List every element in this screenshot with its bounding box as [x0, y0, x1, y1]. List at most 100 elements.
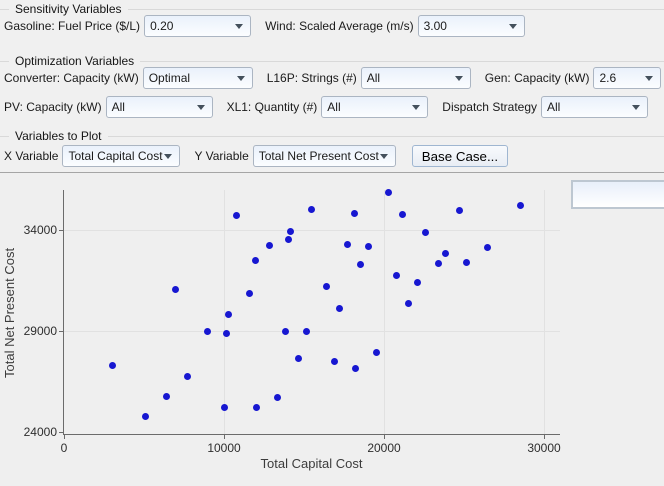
- pv-capacity-value: All: [107, 100, 197, 114]
- data-point[interactable]: [405, 300, 412, 307]
- x-variable-select[interactable]: Total Capital Cost: [62, 145, 180, 167]
- data-point[interactable]: [252, 257, 259, 264]
- chevron-down-icon: [197, 105, 205, 110]
- data-point[interactable]: [357, 261, 364, 268]
- data-point[interactable]: [344, 241, 351, 248]
- chevron-down-icon: [237, 76, 245, 81]
- x-tick: [544, 435, 545, 439]
- data-point[interactable]: [336, 305, 343, 312]
- group-title-sensitivity: Sensitivity Variables: [15, 2, 122, 16]
- plot-controls-row: X Variable Total Capital Cost Y Variable…: [4, 145, 661, 167]
- xl1-quantity-select[interactable]: All: [321, 96, 428, 118]
- data-point[interactable]: [414, 279, 421, 286]
- groupbox-line: [0, 9, 9, 10]
- x-tick: [384, 435, 385, 439]
- data-point[interactable]: [351, 210, 358, 217]
- legend-box: [571, 180, 664, 209]
- data-point[interactable]: [385, 189, 392, 196]
- data-point[interactable]: [352, 365, 359, 372]
- l16p-strings-value: All: [362, 71, 455, 85]
- vertical-gridline: [544, 190, 545, 434]
- data-point[interactable]: [517, 202, 524, 209]
- chevron-down-icon: [380, 154, 388, 159]
- data-point[interactable]: [365, 243, 372, 250]
- data-point[interactable]: [373, 349, 380, 356]
- gasoline-fuel-price-select[interactable]: 0.20: [144, 15, 251, 37]
- data-point[interactable]: [225, 311, 232, 318]
- plot-area[interactable]: 0100002000030000240002900034000: [63, 190, 560, 435]
- y-tick: [59, 230, 63, 231]
- chevron-down-icon: [632, 105, 640, 110]
- gen-capacity-label: Gen: Capacity (kW): [485, 71, 590, 85]
- data-point[interactable]: [435, 260, 442, 267]
- l16p-strings-select[interactable]: All: [361, 67, 471, 89]
- wind-scaled-average-value: 3.00: [419, 19, 509, 33]
- y-tick: [59, 432, 63, 433]
- x-tick: [224, 435, 225, 439]
- data-point[interactable]: [233, 212, 240, 219]
- vertical-gridline: [384, 190, 385, 434]
- groupbox-line: [0, 136, 9, 137]
- data-point[interactable]: [246, 290, 253, 297]
- data-point[interactable]: [399, 211, 406, 218]
- sensitivity-row: Gasoline: Fuel Price ($/L) 0.20 Wind: Sc…: [4, 15, 661, 37]
- x-tick-label: 10000: [194, 441, 254, 455]
- x-variable-label: X Variable: [4, 149, 58, 163]
- data-point[interactable]: [323, 283, 330, 290]
- data-point[interactable]: [223, 330, 230, 337]
- data-point[interactable]: [393, 272, 400, 279]
- sensitivity-results-window: { "sensitivity": { "caption": "Sensitivi…: [0, 0, 664, 486]
- converter-capacity-select[interactable]: Optimal: [143, 67, 253, 89]
- data-point[interactable]: [295, 355, 302, 362]
- data-point[interactable]: [463, 259, 470, 266]
- data-point[interactable]: [221, 404, 228, 411]
- y-tick: [59, 331, 63, 332]
- x-tick-label: 0: [34, 441, 94, 455]
- data-point[interactable]: [331, 358, 338, 365]
- data-point[interactable]: [282, 328, 289, 335]
- groupbox-line: [128, 9, 664, 10]
- data-point[interactable]: [142, 413, 149, 420]
- data-point[interactable]: [422, 229, 429, 236]
- x-variable-value: Total Capital Cost: [63, 149, 164, 163]
- data-point[interactable]: [456, 207, 463, 214]
- data-point[interactable]: [274, 394, 281, 401]
- data-point[interactable]: [308, 206, 315, 213]
- data-point[interactable]: [109, 362, 116, 369]
- data-point[interactable]: [204, 328, 211, 335]
- group-title-optimization: Optimization Variables: [15, 54, 134, 68]
- data-point[interactable]: [163, 393, 170, 400]
- data-point[interactable]: [285, 236, 292, 243]
- converter-capacity-label: Converter: Capacity (kW): [4, 71, 139, 85]
- data-point[interactable]: [266, 242, 273, 249]
- data-point[interactable]: [172, 286, 179, 293]
- data-point[interactable]: [442, 250, 449, 257]
- y-variable-value: Total Net Present Cost: [254, 149, 380, 163]
- groupbox-line: [140, 61, 664, 62]
- dispatch-strategy-value: All: [542, 100, 632, 114]
- l16p-strings-label: L16P: Strings (#): [267, 71, 357, 85]
- x-axis-title: Total Capital Cost: [63, 456, 560, 471]
- gen-capacity-select[interactable]: 2.6: [593, 67, 661, 89]
- pv-capacity-select[interactable]: All: [106, 96, 213, 118]
- y-variable-select[interactable]: Total Net Present Cost: [253, 145, 396, 167]
- data-point[interactable]: [484, 244, 491, 251]
- chevron-down-icon: [645, 76, 653, 81]
- gasoline-fuel-price-label: Gasoline: Fuel Price ($/L): [4, 19, 140, 33]
- y-variable-label: Y Variable: [194, 149, 248, 163]
- base-case-button[interactable]: Base Case...: [412, 145, 508, 167]
- dispatch-strategy-select[interactable]: All: [541, 96, 648, 118]
- xl1-quantity-value: All: [322, 100, 412, 114]
- gasoline-fuel-price-value: 0.20: [145, 19, 235, 33]
- data-point[interactable]: [253, 404, 260, 411]
- converter-capacity-value: Optimal: [144, 71, 237, 85]
- optimization-row-1: Converter: Capacity (kW) Optimal L16P: S…: [4, 67, 661, 89]
- data-point[interactable]: [303, 328, 310, 335]
- data-point[interactable]: [184, 373, 191, 380]
- group-sensitivity-variables: Sensitivity Variables: [0, 2, 664, 16]
- scatter-chart-panel: 0100002000030000240002900034000 Total Ca…: [0, 173, 664, 486]
- wind-scaled-average-select[interactable]: 3.00: [418, 15, 525, 37]
- group-variables-to-plot: Variables to Plot: [0, 129, 664, 143]
- data-point[interactable]: [287, 228, 294, 235]
- gen-capacity-value: 2.6: [594, 71, 645, 85]
